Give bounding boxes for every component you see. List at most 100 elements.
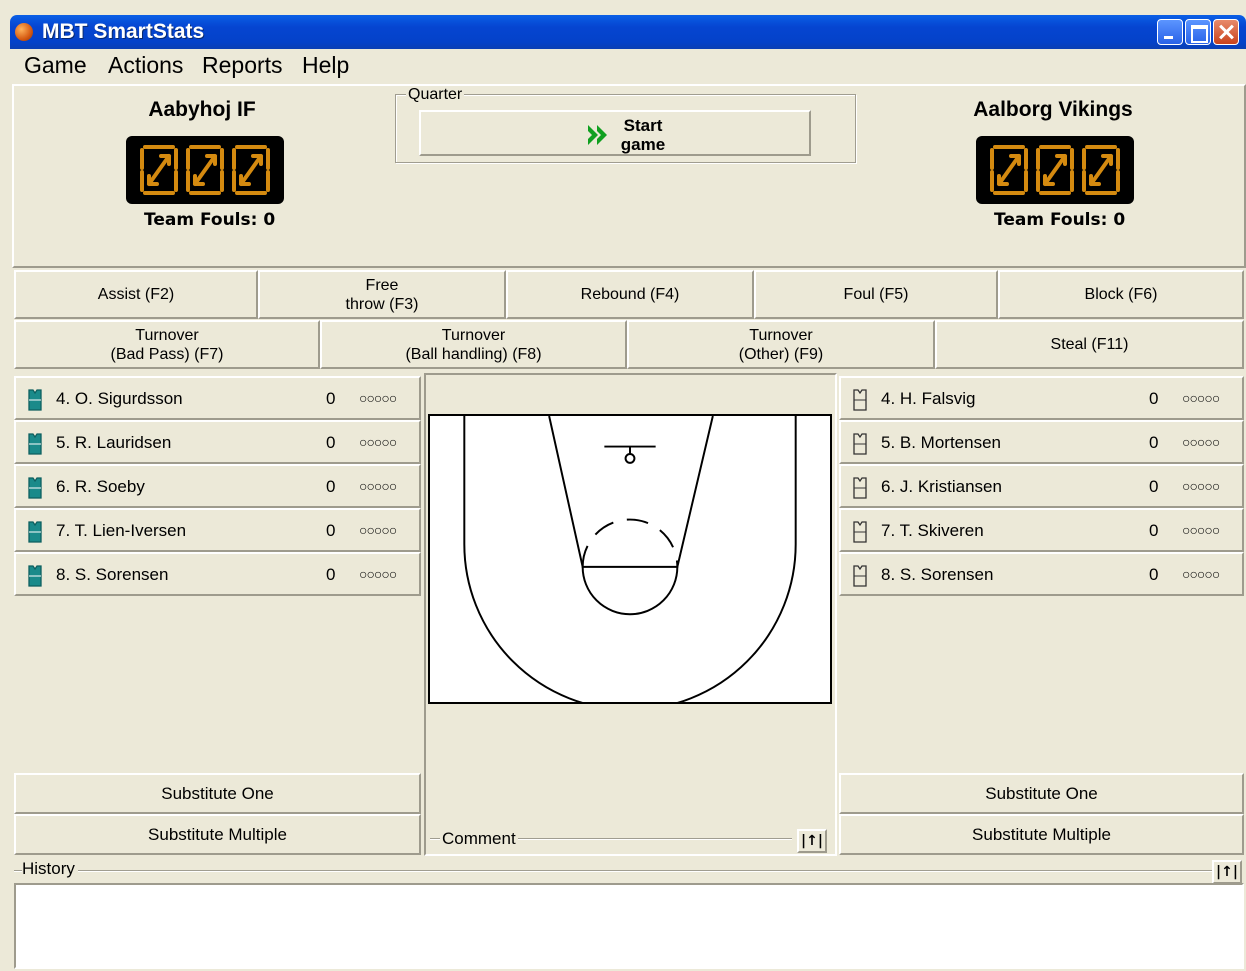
player-fouls: ○○○○○ [1182, 478, 1220, 494]
score-digit [232, 145, 270, 195]
comment-expand-button[interactable]: |↑| [797, 829, 827, 853]
player-points: 0 [1149, 389, 1159, 408]
player-name: 8. S. Sorensen [881, 565, 994, 584]
home-substitute-multiple-button[interactable]: Substitute Multiple [14, 814, 421, 855]
jersey-icon [853, 521, 867, 543]
home-player-row[interactable]: 5. R. Lauridsen 0 ○○○○○ [14, 420, 421, 464]
start-game-button[interactable]: Start game [419, 110, 811, 156]
jersey-icon [853, 565, 867, 587]
player-points: 0 [1149, 477, 1159, 496]
history-divider [14, 870, 1214, 872]
jersey-icon [28, 521, 42, 543]
team-fouls-label: Team Fouls: [994, 210, 1108, 230]
score-digit [140, 145, 178, 195]
player-points: 0 [326, 521, 336, 540]
home-player-row[interactable]: 4. O. Sigurdsson 0 ○○○○○ [14, 376, 421, 420]
start-label-line2: game [620, 135, 666, 154]
player-points: 0 [326, 477, 336, 496]
home-team-name: Aabyhoj IF [148, 98, 256, 121]
minimize-button[interactable] [1157, 19, 1183, 45]
menu-help[interactable]: Help [302, 52, 349, 79]
team-fouls-value: 0 [1113, 210, 1126, 230]
start-label-line1: Start [623, 116, 663, 135]
turnover-steal-button-3[interactable]: Steal (F11) [935, 320, 1244, 369]
action-button-1[interactable]: Free throw (F3) [258, 270, 506, 319]
score-digit [1036, 145, 1074, 195]
player-points: 0 [1149, 521, 1159, 540]
score-digit [186, 145, 224, 195]
jersey-icon [853, 433, 867, 455]
turnover-steal-button-2[interactable]: Turnover (Other) (F9) [627, 320, 935, 369]
player-name: 5. B. Mortensen [881, 433, 1002, 452]
player-fouls: ○○○○○ [1182, 566, 1220, 582]
comment-label: Comment [440, 829, 518, 849]
score-digit [1082, 145, 1120, 195]
turnover-steal-button-0[interactable]: Turnover (Bad Pass) (F7) [14, 320, 320, 369]
player-fouls: ○○○○○ [1182, 390, 1220, 406]
history-label: History [22, 859, 78, 879]
quarter-group: Quarter Start game [395, 86, 856, 163]
away-score-display [976, 136, 1134, 204]
away-player-row[interactable]: 4. H. Falsvig 0 ○○○○○ [839, 376, 1244, 420]
team-fouls-label: Team Fouls: [144, 210, 258, 230]
player-name: 8. S. Sorensen [56, 565, 169, 584]
away-player-row[interactable]: 8. S. Sorensen 0 ○○○○○ [839, 552, 1244, 596]
home-player-row[interactable]: 6. R. Soeby 0 ○○○○○ [14, 464, 421, 508]
action-button-2[interactable]: Rebound (F4) [506, 270, 754, 319]
basketball-icon [15, 23, 33, 41]
jersey-icon [28, 477, 42, 499]
away-substitute-multiple-button[interactable]: Substitute Multiple [839, 814, 1244, 855]
team-fouls-value: 0 [263, 210, 276, 230]
player-points: 0 [1149, 565, 1159, 584]
action-button-0[interactable]: Assist (F2) [14, 270, 258, 319]
away-player-row[interactable]: 5. B. Mortensen 0 ○○○○○ [839, 420, 1244, 464]
action-button-4[interactable]: Block (F6) [998, 270, 1244, 319]
player-points: 0 [326, 433, 336, 452]
jersey-icon [853, 389, 867, 411]
player-fouls: ○○○○○ [1182, 522, 1220, 538]
history-log[interactable] [14, 883, 1244, 969]
away-player-row[interactable]: 7. T. Skiveren 0 ○○○○○ [839, 508, 1244, 552]
jersey-icon [853, 477, 867, 499]
player-name: 7. T. Lien-Iversen [56, 521, 187, 540]
player-fouls: ○○○○○ [359, 390, 397, 406]
away-substitute-one-button[interactable]: Substitute One [839, 773, 1244, 814]
player-name: 4. O. Sigurdsson [56, 389, 183, 408]
title-bar[interactable]: MBT SmartStats [10, 15, 1246, 49]
jersey-icon [28, 433, 42, 455]
player-points: 0 [326, 389, 336, 408]
player-name: 5. R. Lauridsen [56, 433, 172, 452]
player-points: 0 [326, 565, 336, 584]
jersey-icon [28, 389, 42, 411]
score-digit [990, 145, 1028, 195]
home-player-row[interactable]: 7. T. Lien-Iversen 0 ○○○○○ [14, 508, 421, 552]
player-fouls: ○○○○○ [359, 522, 397, 538]
menu-bar: Game Actions Reports Help [14, 49, 1246, 82]
action-button-3[interactable]: Foul (F5) [754, 270, 998, 319]
player-name: 4. H. Falsvig [881, 389, 976, 408]
turnover-steal-button-1[interactable]: Turnover (Ball handling) (F8) [320, 320, 627, 369]
home-substitute-one-button[interactable]: Substitute One [14, 773, 421, 814]
menu-game[interactable]: Game [24, 52, 87, 79]
jersey-icon [28, 565, 42, 587]
player-points: 0 [1149, 433, 1159, 452]
menu-reports[interactable]: Reports [202, 52, 283, 79]
player-fouls: ○○○○○ [359, 566, 397, 582]
history-expand-button[interactable]: |↑| [1212, 860, 1242, 884]
player-fouls: ○○○○○ [359, 478, 397, 494]
away-team-name: Aalborg Vikings [973, 98, 1133, 121]
player-name: 6. R. Soeby [56, 477, 145, 496]
away-player-row[interactable]: 6. J. Kristiansen 0 ○○○○○ [839, 464, 1244, 508]
player-name: 6. J. Kristiansen [881, 477, 1002, 496]
basketball-court[interactable] [428, 414, 832, 704]
fast-forward-icon [588, 125, 607, 145]
player-fouls: ○○○○○ [1182, 434, 1220, 450]
home-score-display [126, 136, 284, 204]
quarter-label: Quarter [406, 86, 465, 104]
home-team-fouls: Team Fouls: 0 [144, 210, 275, 230]
maximize-button[interactable] [1185, 19, 1211, 45]
menu-actions[interactable]: Actions [108, 52, 183, 79]
away-team-fouls: Team Fouls: 0 [994, 210, 1125, 230]
close-button[interactable] [1213, 19, 1239, 45]
home-player-row[interactable]: 8. S. Sorensen 0 ○○○○○ [14, 552, 421, 596]
